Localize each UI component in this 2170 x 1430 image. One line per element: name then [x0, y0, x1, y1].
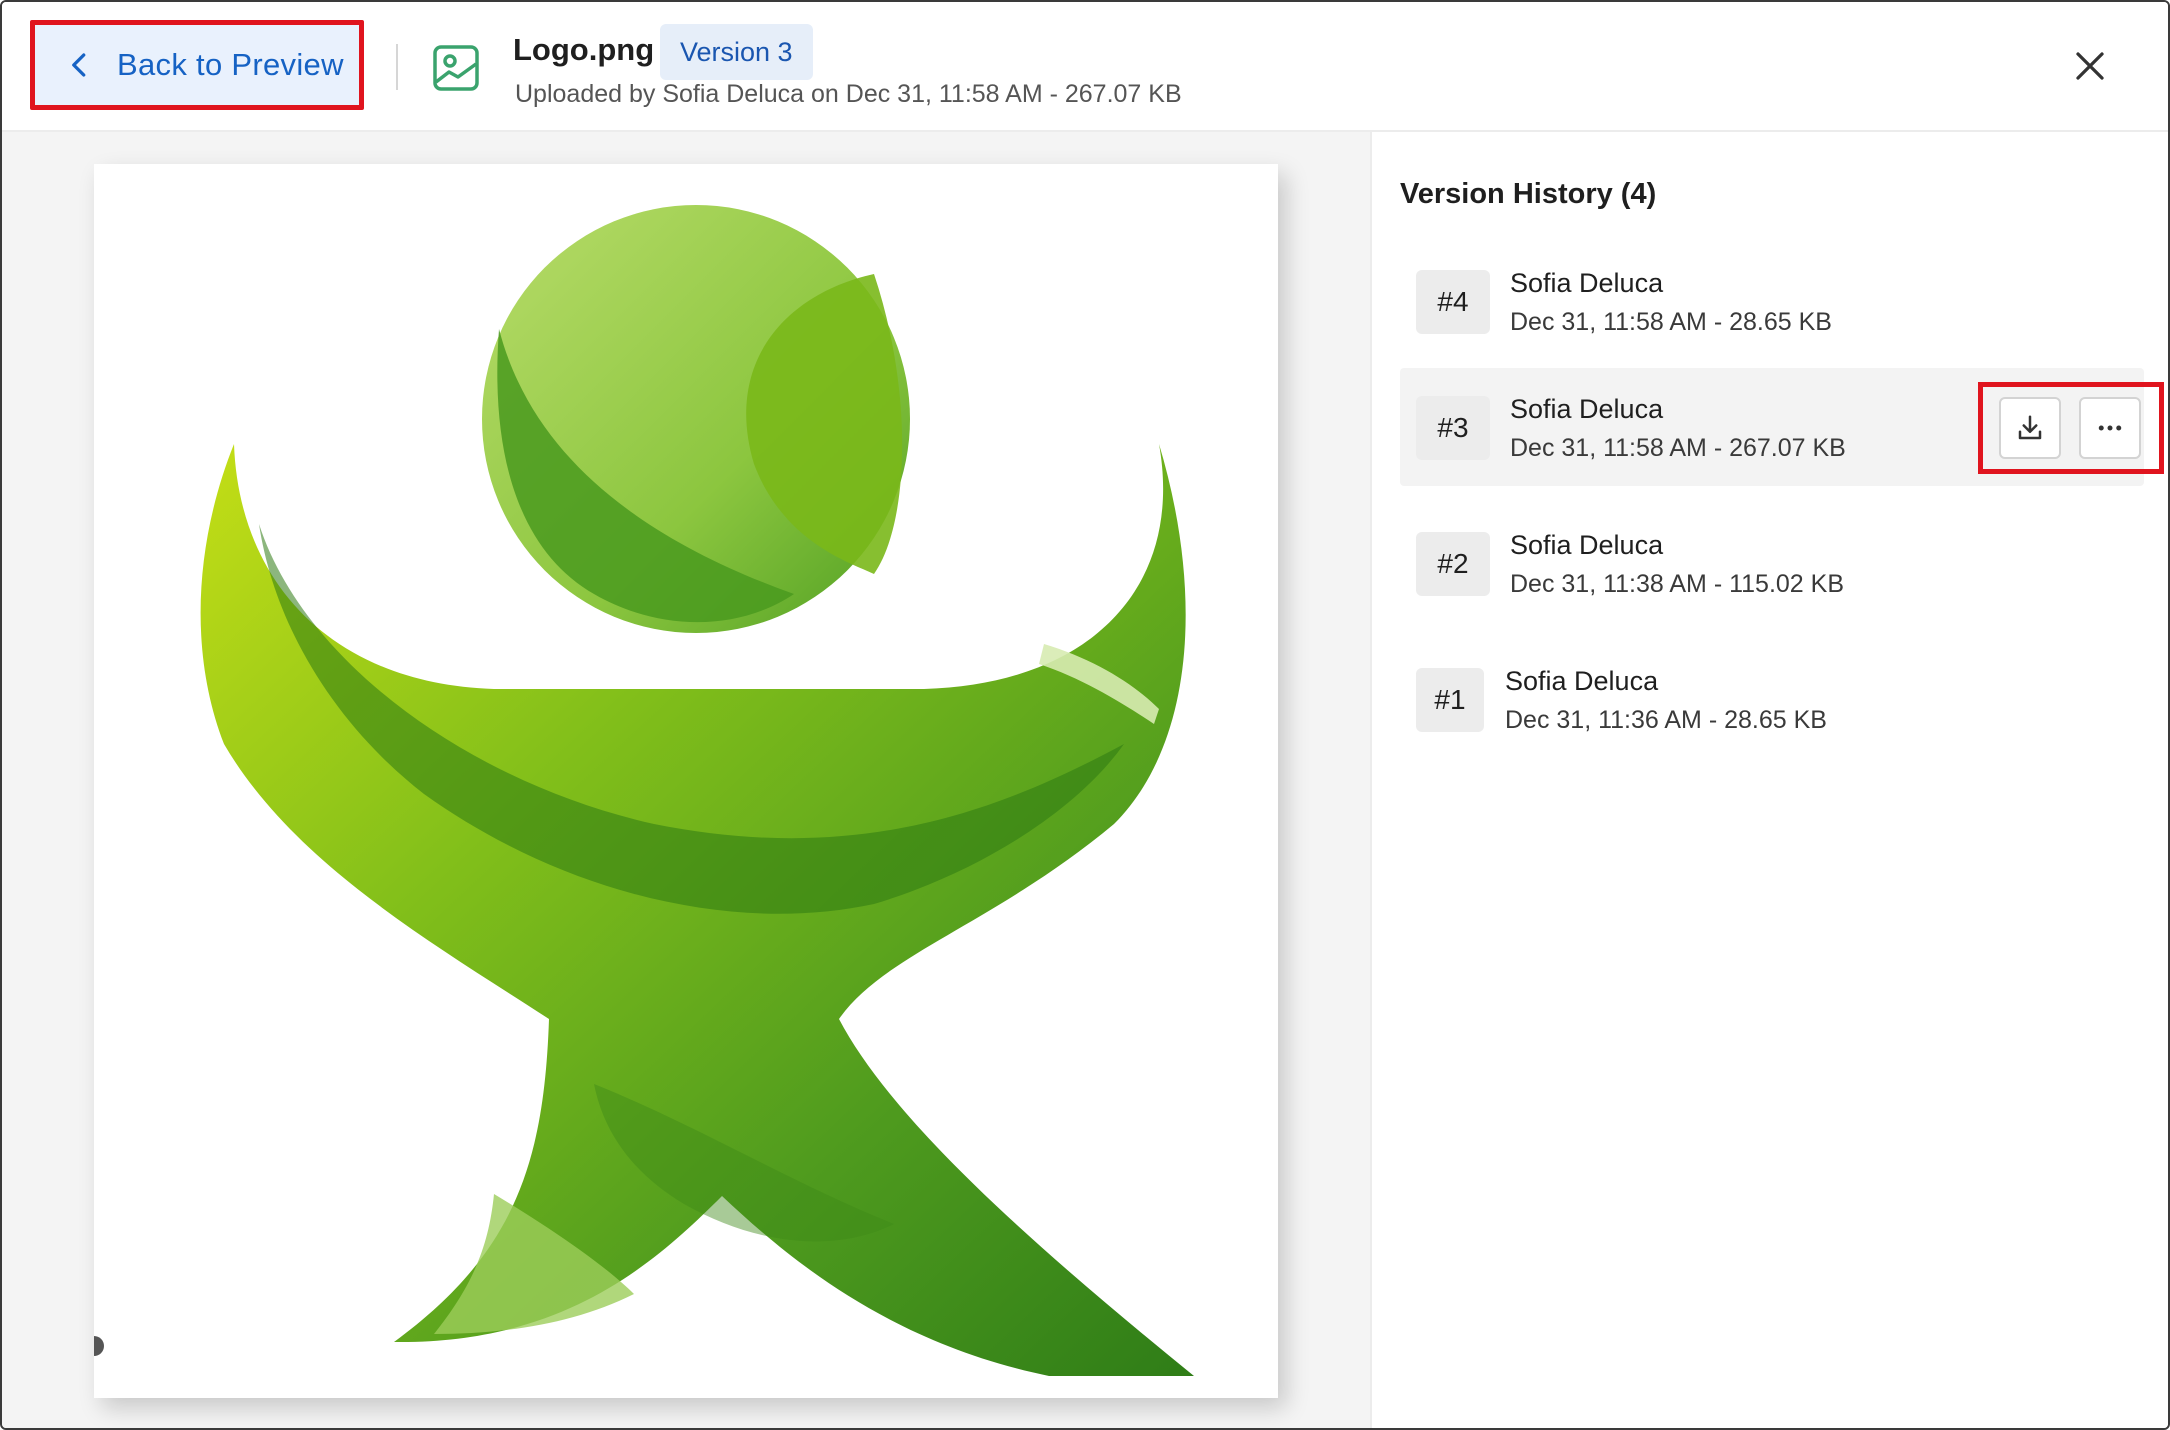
version-meta: Dec 31, 11:38 AM - 115.02 KB — [1510, 570, 1844, 598]
version-item-3[interactable]: #3 Sofia Deluca Dec 31, 11:58 AM - 267.0… — [1400, 368, 2164, 486]
version-item-4[interactable]: #4 Sofia Deluca Dec 31, 11:58 AM - 28.65… — [1400, 242, 2144, 360]
version-meta: Dec 31, 11:58 AM - 267.07 KB — [1510, 434, 1846, 462]
image-preview — [94, 164, 1278, 1398]
version-number: #2 — [1416, 532, 1490, 596]
logo-image — [94, 205, 1195, 1376]
version-number: #1 — [1416, 668, 1484, 732]
version-meta: Dec 31, 11:36 AM - 28.65 KB — [1505, 706, 1827, 734]
download-icon — [2018, 415, 2042, 440]
back-to-preview-button[interactable]: Back to Preview — [30, 20, 364, 110]
more-horizontal-icon — [2098, 425, 2122, 431]
chevron-left-icon — [72, 53, 86, 77]
back-to-preview-label: Back to Preview — [117, 47, 344, 82]
file-name: Logo.png — [513, 32, 655, 67]
image-preview-area — [2, 132, 1370, 1428]
dialog-header: Back to Preview Logo.png Version 3 Uploa… — [2, 2, 2168, 132]
panel-title: Version History (4) — [1400, 178, 1657, 210]
version-item-1[interactable]: #1 Sofia Deluca Dec 31, 11:36 AM - 28.65… — [1400, 640, 2144, 758]
image-file-icon — [433, 45, 479, 91]
version-history-dialog: Back to Preview Logo.png Version 3 Uploa… — [0, 0, 2170, 1430]
version-meta: Dec 31, 11:58 AM - 28.65 KB — [1510, 308, 1832, 336]
more-options-button[interactable] — [2079, 397, 2141, 459]
version-actions — [1978, 382, 2164, 474]
version-number: #4 — [1416, 270, 1490, 334]
version-badge: Version 3 — [660, 24, 813, 80]
header-divider — [396, 44, 398, 90]
version-history-panel: Version History (4) #4 Sofia Deluca Dec … — [1370, 132, 2168, 1428]
version-number: #3 — [1416, 396, 1490, 460]
version-uploader: Sofia Deluca — [1505, 666, 1659, 696]
close-icon[interactable] — [2072, 48, 2108, 84]
version-uploader: Sofia Deluca — [1510, 268, 1664, 298]
version-uploader: Sofia Deluca — [1510, 394, 1664, 424]
file-upload-info: Uploaded by Sofia Deluca on Dec 31, 11:5… — [515, 80, 1182, 108]
version-uploader: Sofia Deluca — [1510, 530, 1664, 560]
download-button[interactable] — [1999, 397, 2061, 459]
version-item-2[interactable]: #2 Sofia Deluca Dec 31, 11:38 AM - 115.0… — [1400, 504, 2144, 622]
